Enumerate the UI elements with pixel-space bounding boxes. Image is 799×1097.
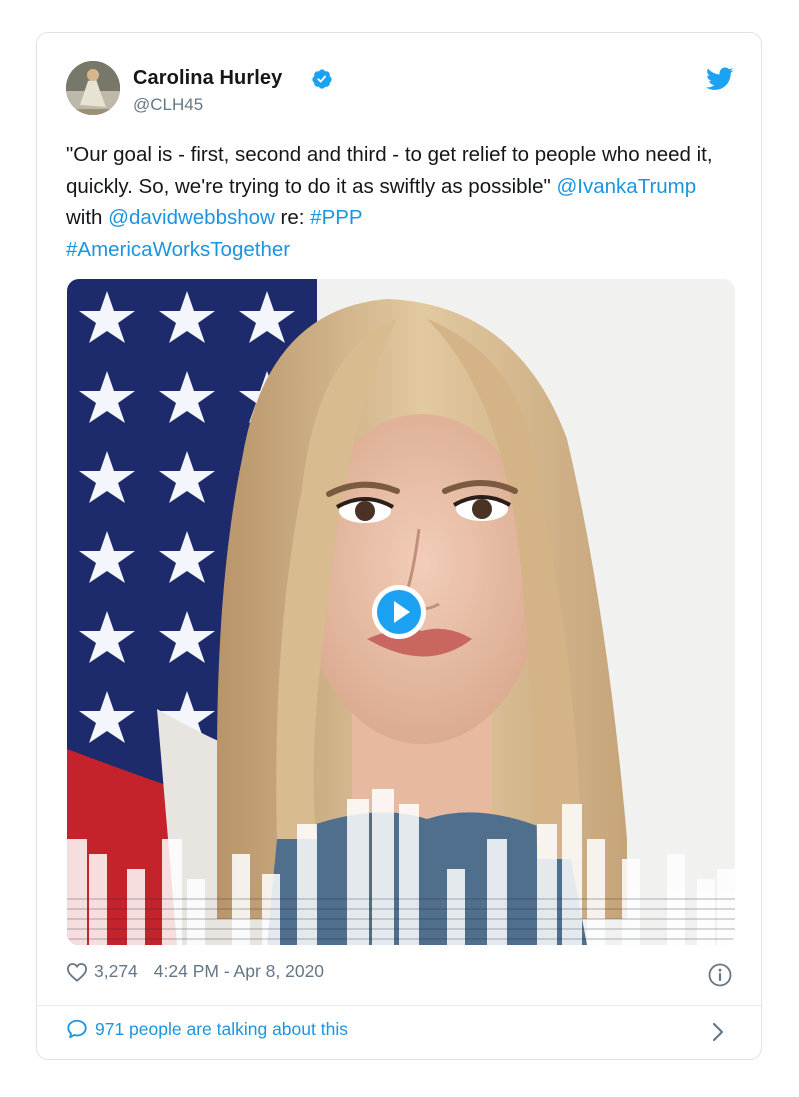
speech-bubble-icon (67, 1019, 87, 1039)
divider (37, 1005, 761, 1006)
chevron-right-icon[interactable] (711, 1021, 725, 1043)
hashtag-americaworkstogether[interactable]: #AmericaWorksTogether (66, 238, 290, 261)
heart-icon[interactable] (66, 962, 88, 982)
like-count[interactable]: 3,274 (94, 961, 138, 982)
tweet-text: "Our goal is - first, second and third -… (66, 139, 736, 265)
conversation-count[interactable]: 971 people are talking about this (95, 1019, 348, 1040)
tweet-text-re: re: (274, 206, 311, 229)
avatar[interactable] (66, 61, 120, 115)
timestamp[interactable]: 4:24 PM - Apr 8, 2020 (154, 961, 324, 982)
author-handle[interactable]: @CLH45 (133, 95, 203, 115)
mention-ivankatrump[interactable]: @IvankaTrump (556, 175, 696, 198)
tweet-text-with: with (66, 206, 109, 229)
tweet-meta: 3,274 4:24 PM - Apr 8, 2020 (66, 961, 324, 982)
play-icon[interactable] (371, 584, 427, 640)
verified-badge-icon (312, 69, 332, 89)
hashtag-ppp[interactable]: #PPP (310, 206, 362, 229)
twitter-bird-icon[interactable] (706, 67, 734, 91)
info-icon[interactable] (708, 963, 732, 987)
tweet-card[interactable]: Carolina Hurley @CLH45 "Our goal is - fi… (36, 32, 762, 1060)
conversation-link[interactable]: 971 people are talking about this (66, 1018, 348, 1040)
mention-davidwebbshow[interactable]: @davidwebbshow (108, 206, 275, 229)
author-name[interactable]: Carolina Hurley (133, 67, 282, 90)
